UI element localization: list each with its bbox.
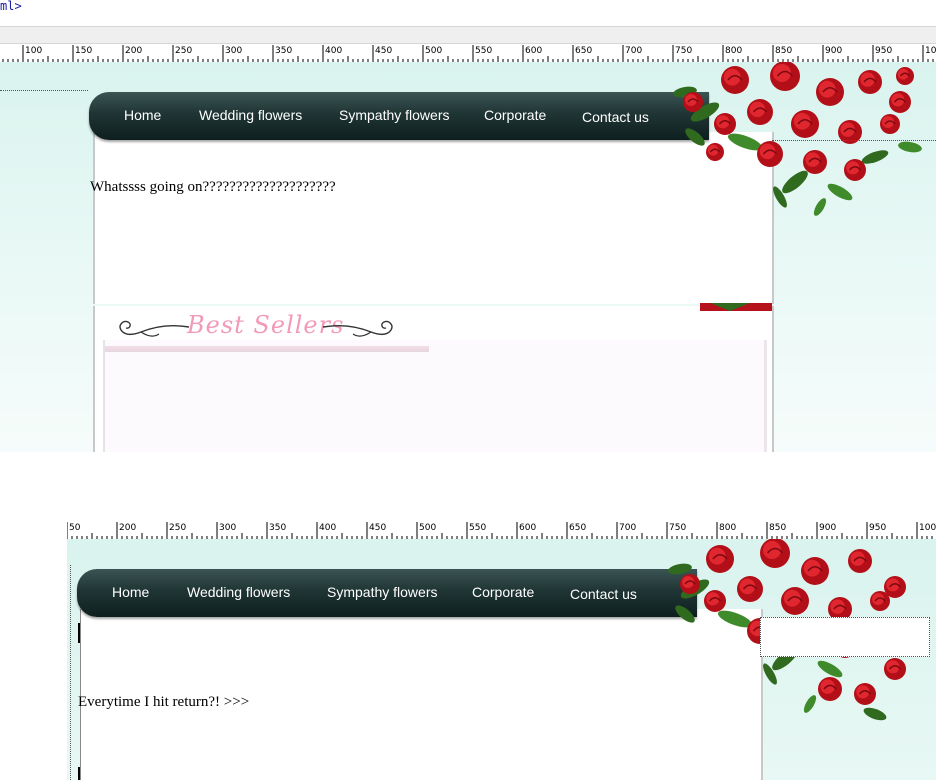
ruler-label: 200 [125, 46, 143, 56]
ruler-label: 750 [675, 46, 693, 56]
nav-bar: Home Wedding flowers Sympathy flowers Co… [77, 569, 697, 617]
guide-line [772, 140, 936, 141]
ruler-label: 950 [869, 523, 887, 533]
ruler-label: 400 [325, 46, 343, 56]
ruler-label: 500 [419, 523, 437, 533]
nav-item-corporate[interactable]: Corporate [472, 584, 534, 600]
ruler-label: 600 [525, 46, 543, 56]
ruler-label: 700 [619, 523, 637, 533]
content-text[interactable]: Everytime I hit return?! >>> [78, 694, 249, 711]
best-sellers-underline [105, 346, 429, 352]
ruler-label: 750 [669, 523, 687, 533]
roses-fragment-image [700, 303, 772, 311]
nav-item-home[interactable]: Home [112, 584, 149, 600]
ruler-label: 1000 [919, 523, 936, 533]
ruler-label: 100 [925, 46, 936, 56]
ruler-label: 900 [819, 523, 837, 533]
ruler-label: 350 [269, 523, 287, 533]
horizontal-ruler-bottom: 50 200 250 300 350 400 450 500 550 600 650 700 750 80… [67, 522, 936, 540]
ruler-label: 300 [219, 523, 237, 533]
design-view-top: Whatssss going on???????????????????? Be… [0, 62, 936, 452]
ruler-label: 500 [425, 46, 443, 56]
roses-bouquet-image [673, 62, 922, 216]
ruler-label: 800 [719, 523, 737, 533]
ruler-label: 250 [175, 46, 193, 56]
ruler-label: 550 [469, 523, 487, 533]
ruler-label: 850 [769, 523, 787, 533]
placeholder-box [760, 617, 930, 657]
content-text[interactable]: Whatssss going on???????????????????? [90, 179, 336, 196]
code-view-strip: ml> [0, 0, 936, 26]
ruler-label: 850 [775, 46, 793, 56]
best-sellers-box [103, 340, 767, 452]
nav-item-home[interactable]: Home [124, 107, 161, 123]
horizontal-ruler-top: 100 150 200 250 300 350 400 450 500 550 600 650 700 7… [0, 45, 936, 63]
ruler-label: 100 [25, 46, 43, 56]
ruler-label: 50 [69, 523, 81, 533]
ruler-label: 250 [169, 523, 187, 533]
best-sellers-section: Best Sellers [93, 306, 774, 452]
ruler-label: 600 [519, 523, 537, 533]
design-view-bottom: Everytime I hit return?! >>> Home Weddin… [67, 539, 936, 780]
ruler-label: 350 [275, 46, 293, 56]
editor-toolbar-strip [0, 26, 936, 44]
ruler-label: 650 [569, 523, 587, 533]
ruler-label: 200 [119, 523, 137, 533]
ruler-label: 700 [625, 46, 643, 56]
nav-item-wedding-flowers[interactable]: Wedding flowers [199, 107, 302, 123]
ruler-label: 150 [75, 46, 93, 56]
ruler-label: 900 [825, 46, 843, 56]
ruler-label: 950 [875, 46, 893, 56]
ruler-label: 650 [575, 46, 593, 56]
ruler-label: 300 [225, 46, 243, 56]
content-box: Everytime I hit return?! >>> [78, 609, 763, 780]
nav-bar: Home Wedding flowers Sympathy flowers Co… [89, 92, 709, 140]
text-caret [78, 767, 80, 780]
scroll-ornament-right-icon [322, 320, 393, 337]
nav-item-contact-us[interactable]: Contact us [570, 586, 637, 602]
text-caret [78, 623, 80, 643]
nav-item-corporate[interactable]: Corporate [484, 107, 546, 123]
nav-item-sympathy-flowers[interactable]: Sympathy flowers [327, 584, 437, 600]
ruler-label: 800 [725, 46, 743, 56]
scroll-ornament-left-icon [119, 320, 190, 337]
ruler-label: 450 [369, 523, 387, 533]
ruler-ticks [67, 522, 933, 539]
ruler-label: 550 [475, 46, 493, 56]
code-fragment: ml> [0, 0, 22, 13]
nav-item-contact-us[interactable]: Contact us [582, 109, 649, 125]
guide-line [70, 565, 71, 780]
nav-item-sympathy-flowers[interactable]: Sympathy flowers [339, 107, 449, 123]
ruler-label: 450 [375, 46, 393, 56]
nav-item-wedding-flowers[interactable]: Wedding flowers [187, 584, 290, 600]
ruler-label: 400 [319, 523, 337, 533]
guide-line [0, 90, 88, 91]
